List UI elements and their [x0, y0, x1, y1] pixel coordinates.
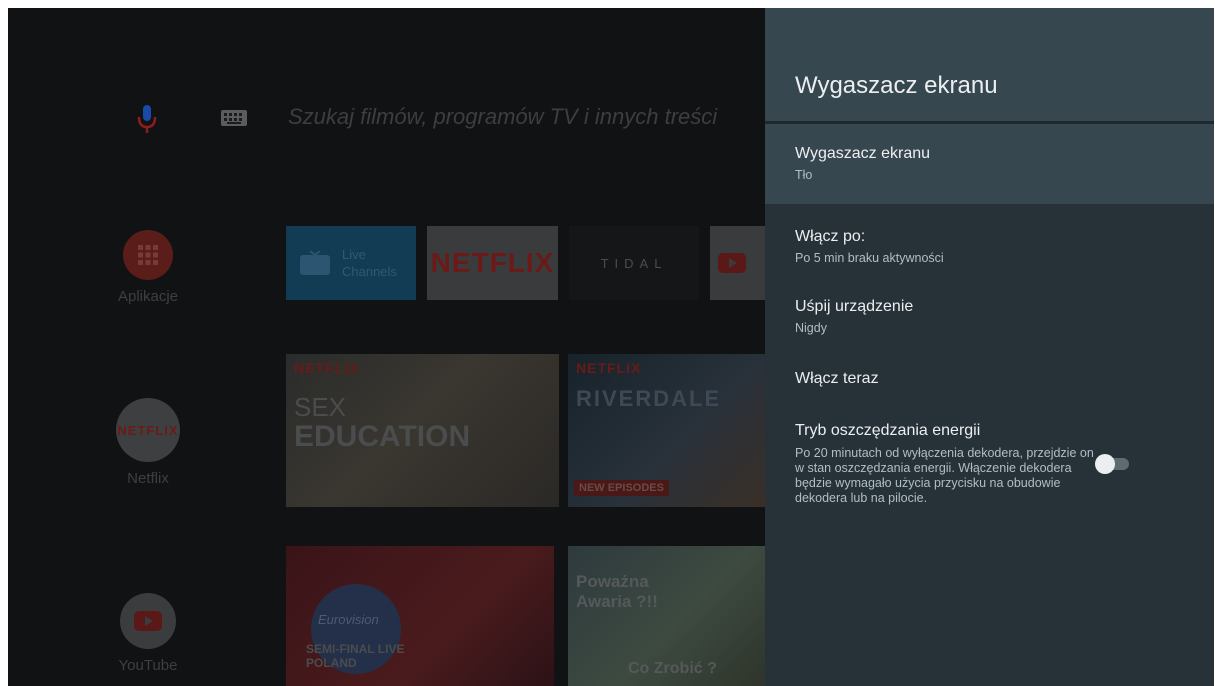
sidebar-item-youtube[interactable]: YouTube	[108, 593, 188, 674]
row-title: Tryb oszczędzania energii	[795, 422, 981, 439]
netflix-logo: NETFLIX	[430, 247, 555, 278]
eurovision-logo: Eurovision	[318, 612, 379, 627]
sidebar-item-apps[interactable]: Aplikacje	[108, 230, 188, 305]
riverdale-poster[interactable]: NETFLIX RIVERDALE NEW EPISODES	[568, 354, 765, 507]
youtube-icon	[120, 593, 176, 649]
eurovision-poster[interactable]: Eurovision SEMI-FINAL LIVE POLAND	[286, 546, 554, 686]
start-now-option[interactable]: Włącz teraz	[765, 360, 1214, 422]
row-subtitle: Po 20 minutach od wyłączenia dekodera, p…	[795, 446, 1094, 505]
row-subtitle: Nigdy	[795, 321, 827, 335]
microphone-icon[interactable]	[136, 105, 158, 135]
youtube-tile[interactable]	[710, 226, 765, 300]
live-channels-line2: Channels	[342, 264, 397, 279]
row-title: Włącz teraz	[795, 370, 879, 387]
screensaver-option[interactable]: Wygaszacz ekranu Tło	[765, 124, 1214, 204]
home-screen: Szukaj filmów, programów TV i innych tre…	[8, 8, 765, 686]
row-title: Uśpij urządzenie	[795, 298, 914, 315]
energy-saving-option[interactable]: Tryb oszczędzania energii Po 20 minutach…	[765, 422, 1214, 506]
youtube-icon	[718, 253, 746, 273]
row-subtitle: Po 5 min braku aktywności	[795, 251, 944, 265]
sex-education-poster[interactable]: NETFLIX SEX EDUCATION	[286, 354, 559, 507]
energy-saving-toggle[interactable]	[1095, 454, 1133, 474]
start-after-option[interactable]: Włącz po: Po 5 min braku aktywności	[765, 204, 1214, 286]
row-title: Włącz po:	[795, 228, 866, 245]
tv-screen: Szukaj filmów, programów TV i innych tre…	[8, 8, 1214, 686]
tidal-tile[interactable]: TIDAL	[569, 226, 699, 300]
live-channels-line1: Live	[342, 247, 366, 262]
row-title: Wygaszacz ekranu	[795, 145, 931, 162]
row-subtitle: Tło	[795, 168, 813, 182]
panel-header: Wygaszacz ekranu	[765, 8, 1214, 124]
tv-icon	[300, 251, 330, 275]
apps-grid-icon	[123, 230, 173, 280]
search-placeholder[interactable]: Szukaj filmów, programów TV i innych tre…	[288, 104, 717, 130]
sidebar-item-label: Netflix	[127, 470, 169, 487]
page-title: Wygaszacz ekranu	[795, 72, 998, 99]
keyboard-icon[interactable]	[221, 110, 247, 126]
netflix-logo: NETFLIX	[116, 398, 180, 462]
tidal-logo: TIDAL	[600, 255, 668, 271]
live-channels-tile[interactable]: Live Channels	[286, 226, 416, 300]
sidebar-item-netflix[interactable]: NETFLIX Netflix	[108, 398, 188, 487]
awaria-poster[interactable]: Poważna Awaria ?!! Co Zrobić ?	[568, 546, 765, 686]
toggle-thumb	[1095, 454, 1115, 474]
sidebar-item-label: Aplikacje	[117, 288, 179, 305]
screensaver-settings-panel: Wygaszacz ekranu Wygaszacz ekranu Tło Wł…	[765, 8, 1214, 686]
sleep-device-option[interactable]: Uśpij urządzenie Nigdy	[765, 286, 1214, 360]
netflix-tile[interactable]: NETFLIX	[427, 226, 558, 300]
new-episodes-badge: NEW EPISODES	[574, 480, 669, 496]
sidebar-item-label: YouTube	[118, 657, 178, 674]
